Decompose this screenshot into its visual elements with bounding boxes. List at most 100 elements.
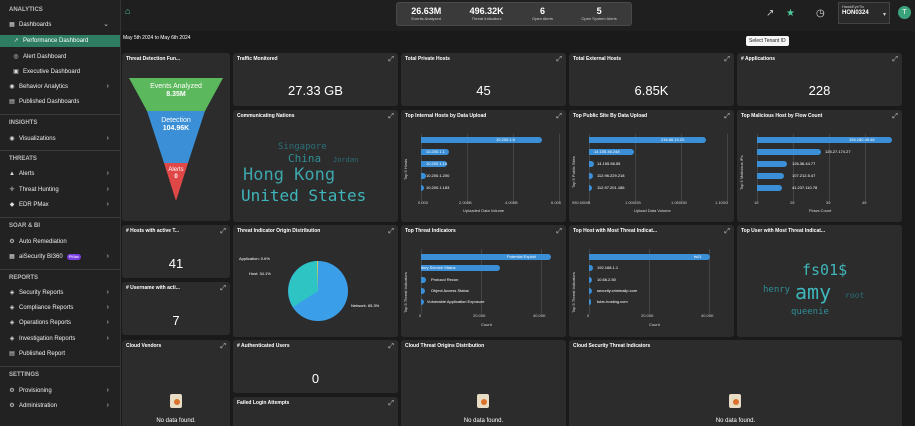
sidebar-item-bi360[interactable]: ▦ aiSecurity BI360 PMax › xyxy=(0,251,120,263)
sidebar-item-edr-pmax[interactable]: ◆ EDR PMax › xyxy=(0,199,120,211)
sidebar-item-visualizations[interactable]: ◉ Visualizations › xyxy=(0,133,120,145)
word[interactable]: fs01$ xyxy=(802,261,847,279)
stat-open-system-alerts[interactable]: 5 Open System Alerts xyxy=(581,7,616,21)
word[interactable]: China xyxy=(288,152,321,165)
expand-icon[interactable]: ⤢ xyxy=(724,228,730,236)
gridline xyxy=(589,134,590,204)
bar[interactable] xyxy=(421,288,425,294)
bar[interactable] xyxy=(757,185,782,191)
word[interactable]: queenie xyxy=(791,307,829,317)
bar-label: Vulnerable Application Exposure xyxy=(427,299,485,304)
sidebar-item-label: EDR PMax xyxy=(19,202,49,208)
expand-icon[interactable]: ⤢ xyxy=(388,113,394,121)
date-range[interactable]: May 5th 2024 to May 6th 2024 xyxy=(123,35,191,41)
sidebar-item-label: Threat Hunting xyxy=(19,187,59,193)
bar[interactable] xyxy=(589,137,706,143)
sidebar-item-executive-dashboard[interactable]: ▣ Executive Dashboard xyxy=(0,66,120,78)
sidebar-item-provisioning[interactable]: ⚙ Provisioning › xyxy=(0,385,120,397)
x-tick: 20 xyxy=(790,200,795,205)
expand-icon[interactable]: ⤢ xyxy=(892,113,898,121)
bar[interactable] xyxy=(757,149,821,155)
section-analytics: ANALYTICS xyxy=(9,7,43,13)
avatar[interactable]: T xyxy=(898,6,911,19)
stat-threat-indicators: 496.32K Threat Indicators xyxy=(470,7,504,21)
sidebar-item-threat-hunting[interactable]: ✛ Threat Hunting › xyxy=(0,184,120,196)
expand-icon[interactable]: ⤢ xyxy=(388,343,394,351)
bar[interactable] xyxy=(589,254,710,260)
sidebar-item-security-reports[interactable]: ◈ Security Reports › xyxy=(0,287,120,299)
card-title: Top Public Site By Data Upload xyxy=(573,113,648,119)
expand-icon[interactable]: ⤢ xyxy=(220,228,226,236)
stat-open-alerts[interactable]: 6 Open Alerts xyxy=(532,7,553,21)
word[interactable]: Jordan xyxy=(333,156,358,164)
bar[interactable] xyxy=(589,277,592,283)
bar-label: 112.96.229.218 xyxy=(597,173,625,178)
expand-icon[interactable]: ⤢ xyxy=(892,56,898,64)
card-title: Cloud Threat Origins Distribution xyxy=(405,343,485,349)
expand-icon[interactable]: ⤢ xyxy=(556,56,562,64)
compliance-icon: ◈ xyxy=(9,305,15,311)
bar[interactable] xyxy=(589,299,591,305)
bar[interactable] xyxy=(589,288,592,294)
sidebar-item-published-report[interactable]: ▤ Published Report xyxy=(0,348,120,360)
bar[interactable] xyxy=(421,137,542,143)
chart-icon: ↗ xyxy=(13,38,19,44)
gridline xyxy=(513,134,514,204)
sidebar-item-compliance-reports[interactable]: ◈ Compliance Reports › xyxy=(0,302,120,314)
no-data-text: No data found. xyxy=(156,418,196,424)
sidebar-item-published-dashboards[interactable]: ▤ Published Dashboards xyxy=(0,96,120,108)
bar-label: 10.200.1.200 xyxy=(426,173,450,178)
word[interactable]: root xyxy=(845,291,864,300)
metric-value: 6.85K xyxy=(634,83,669,98)
gridline xyxy=(757,134,758,204)
bar[interactable] xyxy=(757,173,784,179)
x-axis-title: Count xyxy=(649,322,660,327)
x-tick: 0 xyxy=(587,313,590,318)
sidebar-item-label: Security Reports xyxy=(19,290,64,296)
word[interactable]: Singapore xyxy=(278,142,327,152)
x-tick: 40.00K xyxy=(701,313,714,318)
word[interactable]: United States xyxy=(241,186,366,205)
expand-icon[interactable]: ⤢ xyxy=(556,113,562,121)
sidebar-item-label: Published Dashboards xyxy=(19,99,80,105)
expand-icon[interactable]: ⤢ xyxy=(388,400,394,408)
chevron-right-icon: › xyxy=(106,83,109,90)
bar[interactable] xyxy=(421,299,424,305)
bar[interactable] xyxy=(589,185,592,191)
word[interactable]: amy xyxy=(795,280,831,304)
stat-value: 26.63M xyxy=(411,6,442,16)
sidebar-item-operations-reports[interactable]: ◈ Operations Reports › xyxy=(0,317,120,329)
chevron-down-icon: ⌄ xyxy=(103,21,109,28)
expand-icon[interactable]: ⤢ xyxy=(388,56,394,64)
x-tick: 4.000B xyxy=(505,200,518,205)
bar[interactable] xyxy=(421,185,424,191)
star-icon[interactable]: ★ xyxy=(786,8,795,19)
sidebar-item-dashboards[interactable]: ▦ Dashboards ⌄ xyxy=(0,19,120,31)
word[interactable]: henry xyxy=(763,285,790,295)
word[interactable]: Hong Kong xyxy=(243,165,335,185)
sidebar-item-auto-remediation[interactable]: ⚙ Auto Remediation xyxy=(0,236,120,248)
home-icon[interactable]: ⌂ xyxy=(125,6,130,16)
bar[interactable] xyxy=(589,265,593,271)
tenant-select[interactable]: HawkEyeTix HON0324 ▾ xyxy=(838,2,890,24)
bar-label: 126.36.44.77 xyxy=(792,161,816,166)
sidebar-item-alert-dashboard[interactable]: ◎ Alert Dashboard xyxy=(0,51,120,63)
card-traffic-monitored: Traffic Monitored ⤢ 27.33 GB xyxy=(233,53,398,106)
expand-icon[interactable]: ⤢ xyxy=(220,343,226,351)
bar[interactable] xyxy=(421,277,426,283)
sidebar-item-performance-dashboard[interactable]: ↗ Performance Dashboard xyxy=(0,35,120,47)
sidebar-item-administration[interactable]: ⚙ Administration › xyxy=(0,400,120,412)
bar[interactable] xyxy=(757,161,787,167)
expand-icon[interactable]: ⤢ xyxy=(724,56,730,64)
bar[interactable] xyxy=(589,173,593,179)
sidebar-item-alerts[interactable]: ▲ Alerts › xyxy=(0,168,120,180)
clock-icon[interactable]: ◷ xyxy=(816,8,825,19)
card-malicious-host: Top Malicious Host by Flow Count ⤢ Top 5 … xyxy=(737,110,902,222)
expand-icon[interactable]: ⤢ xyxy=(220,285,226,293)
expand-icon[interactable]: ⤢ xyxy=(556,228,562,236)
trend-icon[interactable]: ↗ xyxy=(766,8,774,19)
sidebar-item-behavior-analytics[interactable]: ◉ Behavior Analytics › xyxy=(0,81,120,93)
expand-icon[interactable]: ⤢ xyxy=(724,113,730,121)
bar[interactable] xyxy=(589,161,594,167)
sidebar-item-investigation-reports[interactable]: ◈ Investigation Reports › xyxy=(0,333,120,345)
